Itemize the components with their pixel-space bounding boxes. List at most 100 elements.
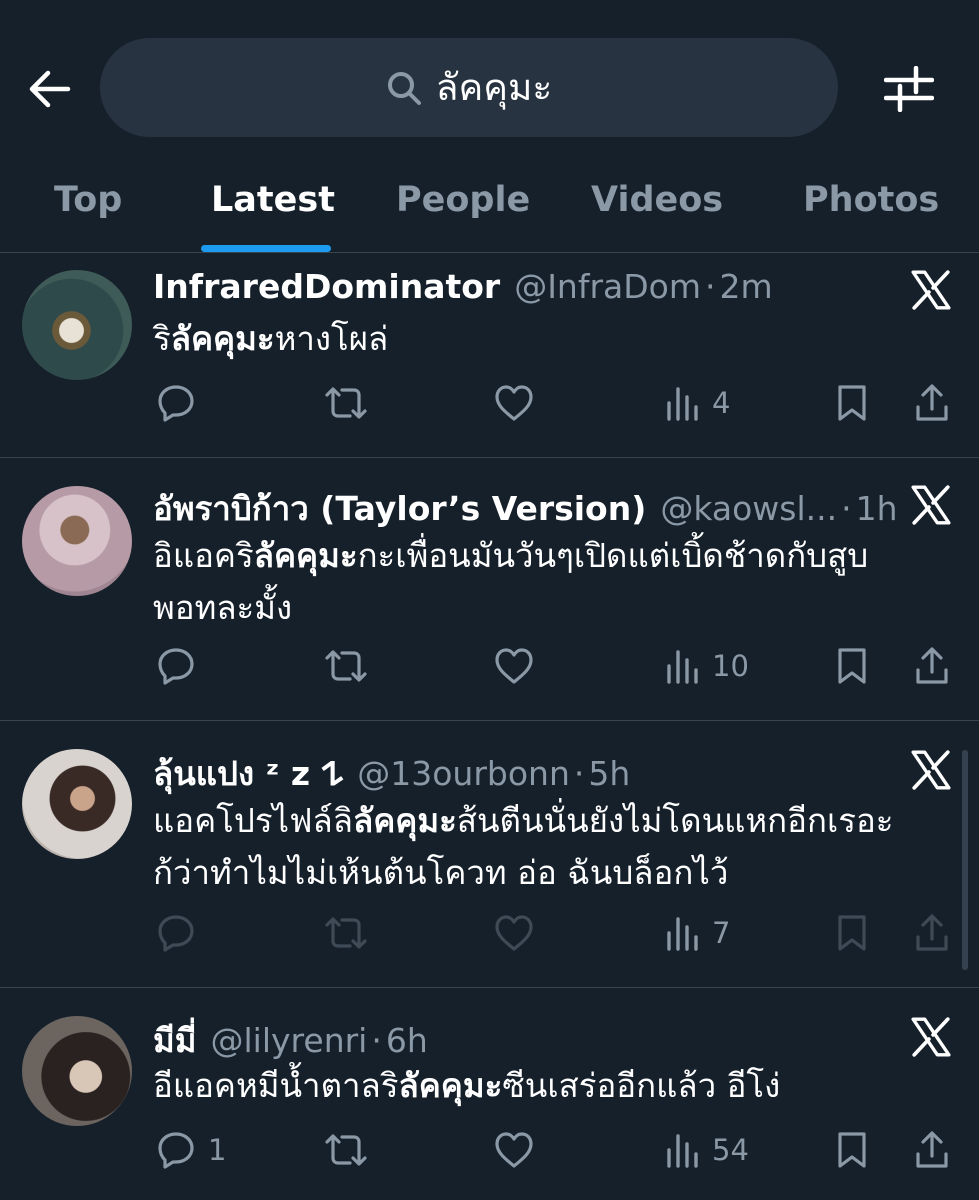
post-item[interactable]: InfraredDominator @InfraDom · 2m ริลัคคุ… [0, 253, 979, 458]
x-logo-icon [911, 485, 951, 525]
heart-icon [495, 1132, 533, 1168]
avatar[interactable] [22, 749, 132, 859]
reply-button[interactable] [156, 911, 196, 955]
post-text-part: กะเพื่อนมันวันๆเปิดแต่เบิ้ดช้าดกับสูบ [357, 536, 869, 575]
views-icon [667, 650, 698, 684]
reply-button[interactable] [156, 381, 196, 425]
avatar[interactable] [22, 1016, 132, 1126]
share-button[interactable] [914, 381, 950, 425]
heart-icon [495, 648, 533, 684]
like-button[interactable] [494, 644, 534, 688]
tab-photos[interactable]: Photos [803, 180, 939, 220]
user-handle[interactable]: @lilyrenri [211, 1021, 368, 1060]
back-arrow-icon [29, 70, 71, 108]
post-actions: 7 [0, 911, 979, 955]
post-item[interactable]: อัพราบิก้าว (Taylor’s Version) @kaowsl..… [0, 458, 979, 721]
post-time[interactable]: 5h [588, 754, 630, 793]
active-tab-indicator [201, 245, 331, 252]
post-text-highlight: ลัคคุมะ [398, 1066, 503, 1105]
separator-dot: · [371, 1021, 382, 1060]
bookmark-button[interactable] [836, 381, 868, 425]
display-name[interactable]: InfraredDominator [153, 267, 500, 306]
avatar[interactable] [22, 270, 132, 380]
repost-button[interactable] [323, 1128, 369, 1172]
share-button[interactable] [914, 911, 950, 955]
post-text: ริลัคคุมะหางโผล่ [153, 313, 953, 365]
post-header: ลุ้นแปง ᶻ z 𐰁 @13ourbonn · 5h [153, 747, 630, 793]
views-count: 7 [712, 916, 731, 950]
scrollbar[interactable] [962, 750, 968, 970]
repost-button[interactable] [323, 381, 369, 425]
views-button[interactable]: 7 [666, 911, 730, 955]
views-button[interactable]: 4 [666, 381, 730, 425]
avatar[interactable] [22, 486, 132, 596]
post-text: อีแอคหมีน้ำตาลริลัคคุมะซีนเสร่ออีกแล้ว อ… [153, 1060, 953, 1112]
separator-dot: · [705, 267, 716, 306]
post-time[interactable]: 1h [856, 489, 898, 528]
user-handle[interactable]: @kaowsl... [660, 489, 837, 528]
user-handle[interactable]: @InfraDom [514, 267, 701, 306]
post-text-part: ก้ว่าทำไมไม่เห้นต้นโควท อ่อ ฉันบล็อกไว้ [153, 853, 729, 892]
repost-button[interactable] [323, 644, 369, 688]
post-text-part: อิแอคริ [153, 536, 254, 575]
post-text-highlight: ลัคคุมะ [170, 319, 275, 358]
bookmark-icon [838, 1132, 866, 1168]
views-button[interactable]: 54 [666, 1128, 749, 1172]
tab-people[interactable]: People [396, 180, 530, 220]
post-item[interactable]: มีมี่ @lilyrenri · 6h อีแอคหมีน้ำตาลริลั… [0, 988, 979, 1200]
x-logo-icon [911, 750, 951, 790]
like-button[interactable] [494, 1128, 534, 1172]
tab-videos[interactable]: Videos [591, 180, 723, 220]
repost-icon [325, 1134, 367, 1166]
display-name[interactable]: อัพราบิก้าว (Taylor’s Version) [153, 482, 646, 535]
search-field[interactable]: ลัคคุมะ [100, 38, 838, 137]
views-count: 54 [712, 1133, 749, 1167]
post-text-highlight: ลัคคุมะ [352, 801, 457, 840]
like-button[interactable] [494, 381, 534, 425]
post-text-part: ริ [153, 319, 171, 358]
heart-icon [495, 385, 533, 421]
user-handle[interactable]: @13ourbonn [357, 754, 570, 793]
post-text-part: ส้นตีนนั่นยังไม่โดนแหกอีกเรอะ [456, 801, 894, 840]
share-button[interactable] [914, 1128, 950, 1172]
post-time[interactable]: 2m [720, 267, 773, 306]
reply-button[interactable]: 1 [156, 1128, 226, 1172]
post-text: แอคโปรไฟล์ลิลัคคุมะส้นตีนนั่นยังไม่โดนแห… [153, 795, 953, 899]
tab-top[interactable]: Top [54, 180, 122, 220]
post-text: อิแอคริลัคคุมะกะเพื่อนมันวันๆเปิดแต่เบิ้… [153, 530, 953, 634]
views-count: 4 [712, 386, 731, 420]
post-item[interactable]: ลุ้นแปง ᶻ z 𐰁 @13ourbonn · 5h แอคโปรไฟล์… [0, 721, 979, 988]
bookmark-button[interactable] [836, 644, 868, 688]
post-text-part: ซีนเสร่ออีกแล้ว อีโง่ [502, 1066, 781, 1105]
post-time[interactable]: 6h [386, 1021, 428, 1060]
bookmark-icon [838, 385, 866, 421]
top-bar: ลัคคุมะ [0, 0, 979, 140]
reply-button[interactable] [156, 644, 196, 688]
back-button[interactable] [22, 62, 76, 116]
reply-icon [158, 915, 194, 952]
share-icon [916, 384, 948, 421]
reply-icon [158, 1132, 194, 1169]
like-button[interactable] [494, 911, 534, 955]
post-text-part: พอทละมั้ง [153, 588, 293, 627]
heart-icon [495, 915, 533, 951]
share-button[interactable] [914, 644, 950, 688]
views-icon [667, 387, 698, 421]
post-header: อัพราบิก้าว (Taylor’s Version) @kaowsl..… [153, 482, 898, 528]
share-icon [916, 647, 948, 684]
search-icon [387, 71, 421, 105]
repost-icon [325, 917, 367, 949]
filter-button[interactable] [880, 62, 938, 116]
tab-latest[interactable]: Latest [211, 180, 335, 220]
separator-dot: · [841, 489, 852, 528]
views-button[interactable]: 10 [666, 644, 749, 688]
post-text-part: หางโผล่ [274, 319, 389, 358]
bookmark-button[interactable] [836, 1128, 868, 1172]
repost-button[interactable] [323, 911, 369, 955]
reply-icon [158, 648, 194, 685]
views-icon [667, 1134, 698, 1168]
post-actions: 1 54 [0, 1128, 979, 1172]
display-name[interactable]: ลุ้นแปง ᶻ z 𐰁 [153, 747, 343, 800]
bookmark-button[interactable] [836, 911, 868, 955]
share-icon [916, 914, 948, 951]
